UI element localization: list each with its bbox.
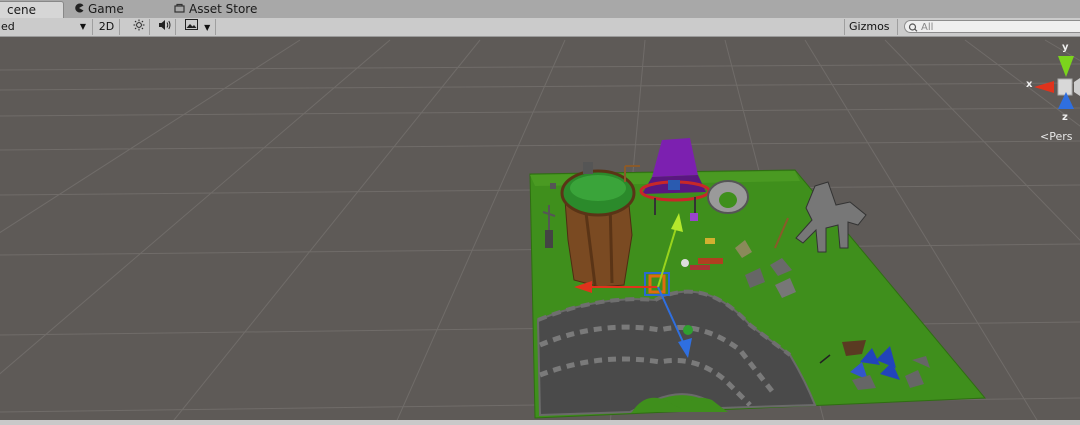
center-cube[interactable]: [1057, 78, 1073, 96]
speaker-icon: [158, 20, 172, 34]
projection-label: Pers: [1049, 130, 1073, 143]
tree-stump-tower: [560, 162, 636, 288]
chevron-down-icon: ▼: [204, 23, 211, 32]
scene-viewport[interactable]: y x z <Pers: [0, 37, 1080, 425]
shading-mode-value: ed: [1, 20, 15, 33]
projection-toggle[interactable]: <Pers: [1040, 130, 1072, 143]
x-axis-label: x: [1026, 79, 1033, 90]
orientation-gizmo[interactable]: y x z <Pers: [1020, 42, 1080, 147]
x-axis-cone[interactable]: [1034, 81, 1054, 93]
gizmos-dropdown[interactable]: Gizmos ▼: [844, 19, 898, 48]
audio-toggle-button[interactable]: [154, 19, 176, 35]
chevron-down-icon: ▼: [79, 22, 86, 31]
neg-x-axis-cone[interactable]: [1074, 78, 1080, 96]
bottom-scroll-hint: [0, 420, 1080, 425]
tab-game-label: Game: [88, 2, 124, 16]
tab-scene[interactable]: cene: [0, 1, 64, 18]
tab-asset-store[interactable]: Asset Store: [168, 1, 278, 18]
z-axis-label: z: [1062, 112, 1068, 123]
toggle-2d-button[interactable]: 2D: [94, 19, 120, 35]
sun-icon: [133, 19, 145, 34]
game-pacman-icon: [74, 1, 84, 18]
effects-dropdown[interactable]: ▼: [180, 19, 216, 35]
scene-canvas[interactable]: [0, 37, 1080, 425]
stone-arch-ruin: [707, 180, 749, 214]
perspective-icon: <: [1040, 130, 1050, 143]
asset-store-icon: [174, 1, 185, 18]
tab-game[interactable]: Game: [68, 1, 158, 18]
search-icon: [908, 21, 919, 36]
tab-scene-label: cene: [7, 2, 36, 17]
orientation-gizmo-cone-group[interactable]: [1020, 42, 1080, 142]
y-axis-label: y: [1062, 42, 1069, 53]
scene-search-input[interactable]: All: [904, 20, 1080, 33]
gizmos-label: Gizmos: [849, 20, 890, 33]
lighting-toggle-button[interactable]: [128, 19, 150, 35]
editor-tab-bar: cene Game Asset Store: [0, 0, 1080, 19]
image-icon: [184, 19, 202, 33]
y-axis-cone[interactable]: [1058, 56, 1074, 77]
shading-mode-dropdown[interactable]: ed ▼: [0, 19, 93, 35]
tab-asset-store-label: Asset Store: [189, 2, 258, 16]
search-placeholder: All: [921, 22, 934, 33]
